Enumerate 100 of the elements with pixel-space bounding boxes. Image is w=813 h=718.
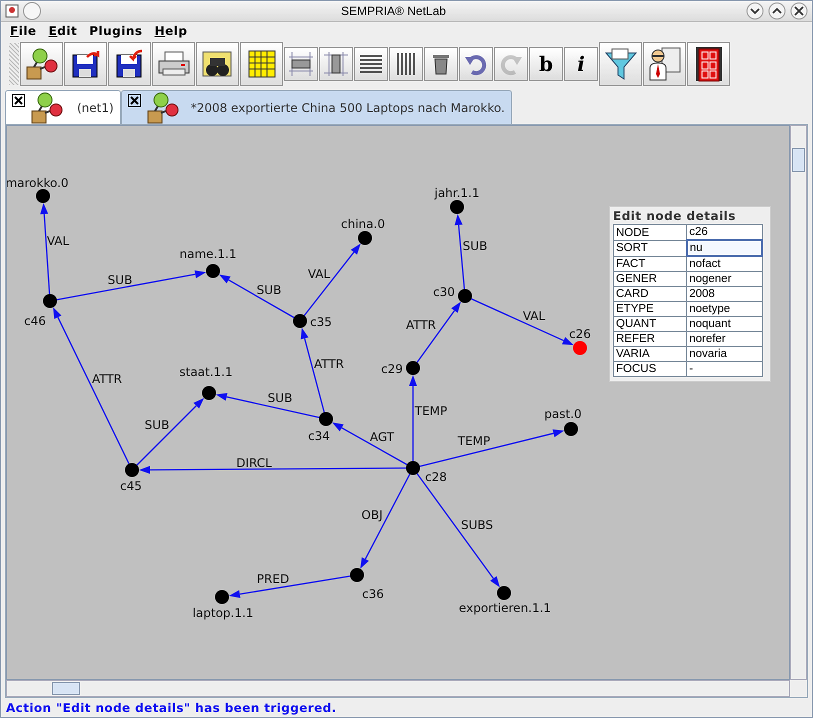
toolbar-button[interactable]: [108, 42, 151, 86]
node-dot[interactable]: [564, 422, 578, 436]
grid-icon: [246, 49, 276, 80]
edge-label: TEMP: [414, 404, 448, 418]
toolbar-button[interactable]: b: [529, 47, 563, 82]
node-dot[interactable]: [458, 289, 472, 304]
value-cell[interactable]: norefer: [686, 332, 762, 347]
value-cell[interactable]: novaria: [686, 346, 762, 362]
node-label: past.0: [544, 407, 582, 422]
node-dot[interactable]: [125, 463, 139, 478]
presenter-icon: [648, 46, 682, 82]
edge-label: OBJ: [361, 508, 383, 522]
table-cell: FACT: [614, 256, 687, 272]
close-icon[interactable]: [12, 94, 25, 108]
value-cell[interactable]: nu: [686, 240, 762, 256]
toolbar-button[interactable]: [319, 47, 353, 82]
tab[interactable]: (net1): [5, 90, 121, 124]
node-dot[interactable]: [497, 586, 511, 600]
edge-label: PRED: [256, 572, 290, 586]
horizontal-lines-icon: [360, 54, 382, 74]
toolbar-button[interactable]: [687, 42, 730, 86]
node-dot[interactable]: [573, 341, 587, 356]
maximize-icon[interactable]: [768, 2, 786, 20]
menu-item[interactable]: Edit: [46, 24, 80, 38]
floppy-disk-icon: [114, 49, 144, 80]
app-icon[interactable]: [5, 4, 19, 18]
horizontal-scrollbar[interactable]: [6, 680, 790, 698]
node-label: c35: [310, 315, 332, 330]
network-icon: [31, 90, 63, 125]
menu-item[interactable]: Plugins: [86, 24, 146, 38]
value-cell[interactable]: nogener: [686, 272, 762, 287]
edge-label: DIRCL: [236, 456, 272, 470]
close-icon[interactable]: [790, 2, 808, 20]
table-cell: VARIA: [614, 346, 687, 362]
node-dot[interactable]: [293, 314, 307, 328]
node-label: c34: [308, 429, 330, 444]
tab[interactable]: *2008 exportierte China 500 Laptops nach Marokko.: [120, 90, 512, 124]
edge-label: ATTR: [406, 318, 436, 332]
toolbar-grip[interactable]: [9, 43, 19, 86]
rows-icon: [289, 52, 313, 76]
printer-icon: [156, 50, 190, 78]
vertical-scrollbar[interactable]: [790, 125, 807, 680]
value-cell[interactable]: noquant: [686, 316, 762, 332]
menu-item[interactable]: File: [7, 24, 40, 38]
value-cell[interactable]: 2008: [686, 286, 762, 302]
node-dot[interactable]: [36, 189, 50, 204]
toolbar-button[interactable]: [389, 47, 423, 82]
node-label: c36: [362, 587, 384, 602]
toolbar-button[interactable]: [284, 47, 318, 82]
node-dot[interactable]: [319, 412, 333, 426]
edge-label: VAL: [308, 267, 330, 282]
toolbar-button[interactable]: [599, 42, 642, 86]
table-cell: ETYPE: [614, 302, 687, 317]
toolbar-button[interactable]: i: [564, 47, 598, 82]
door-icon: [694, 46, 722, 82]
edge-label: AGT: [370, 430, 394, 444]
node-dot[interactable]: [202, 386, 216, 400]
columns-icon: [324, 52, 348, 76]
edge-label: ATTR: [314, 357, 344, 372]
node-label: c30: [433, 285, 455, 300]
node-label: c45: [120, 479, 142, 494]
edge-label: VAL: [46, 234, 70, 248]
node-label: name.1.1: [180, 247, 236, 262]
close-icon[interactable]: [128, 94, 141, 108]
table-cell: GENER: [614, 272, 687, 287]
node-dot[interactable]: [215, 590, 229, 604]
toolbar-button[interactable]: [20, 42, 63, 86]
panel-title: Edit node details: [613, 209, 737, 224]
node-dot[interactable]: [450, 200, 464, 214]
toolbar-button[interactable]: [424, 47, 458, 82]
status-message: Action "Edit node details" has been triggered.: [5, 700, 338, 717]
node-dot[interactable]: [358, 231, 372, 246]
edge-label: SUB: [256, 283, 282, 298]
toolbar-button[interactable]: [354, 47, 388, 82]
minimize-icon[interactable]: [746, 2, 764, 20]
node-label: c46: [24, 314, 46, 328]
node-label: exportieren.1.1: [458, 601, 552, 616]
node-label: c29: [381, 362, 403, 376]
node-dot[interactable]: [406, 361, 420, 376]
node-dot[interactable]: [406, 461, 420, 476]
node-label: staat.1.1: [179, 365, 233, 380]
node-dot[interactable]: [350, 568, 364, 582]
value-cell[interactable]: -: [686, 362, 762, 377]
floppy-disk-icon: [70, 49, 100, 80]
edge-label: SUB: [108, 273, 132, 288]
toolbar-button[interactable]: [152, 42, 195, 86]
table-cell: REFER: [614, 332, 687, 347]
table-cell: NODE: [614, 224, 687, 240]
menu-item[interactable]: Help: [152, 24, 190, 38]
node-label: china.0: [341, 217, 385, 232]
node-dot[interactable]: [206, 264, 220, 278]
value-cell[interactable]: nofact: [686, 256, 762, 272]
toolbar-button[interactable]: [643, 42, 686, 86]
trash-icon: [432, 53, 450, 76]
toolbar-button[interactable]: [240, 42, 283, 86]
value-cell[interactable]: noetype: [686, 302, 762, 317]
node-dot[interactable]: [43, 294, 57, 308]
toolbar-button[interactable]: [196, 42, 239, 86]
node-label: jahr.1.1: [434, 186, 480, 200]
toolbar-button[interactable]: [64, 42, 107, 86]
